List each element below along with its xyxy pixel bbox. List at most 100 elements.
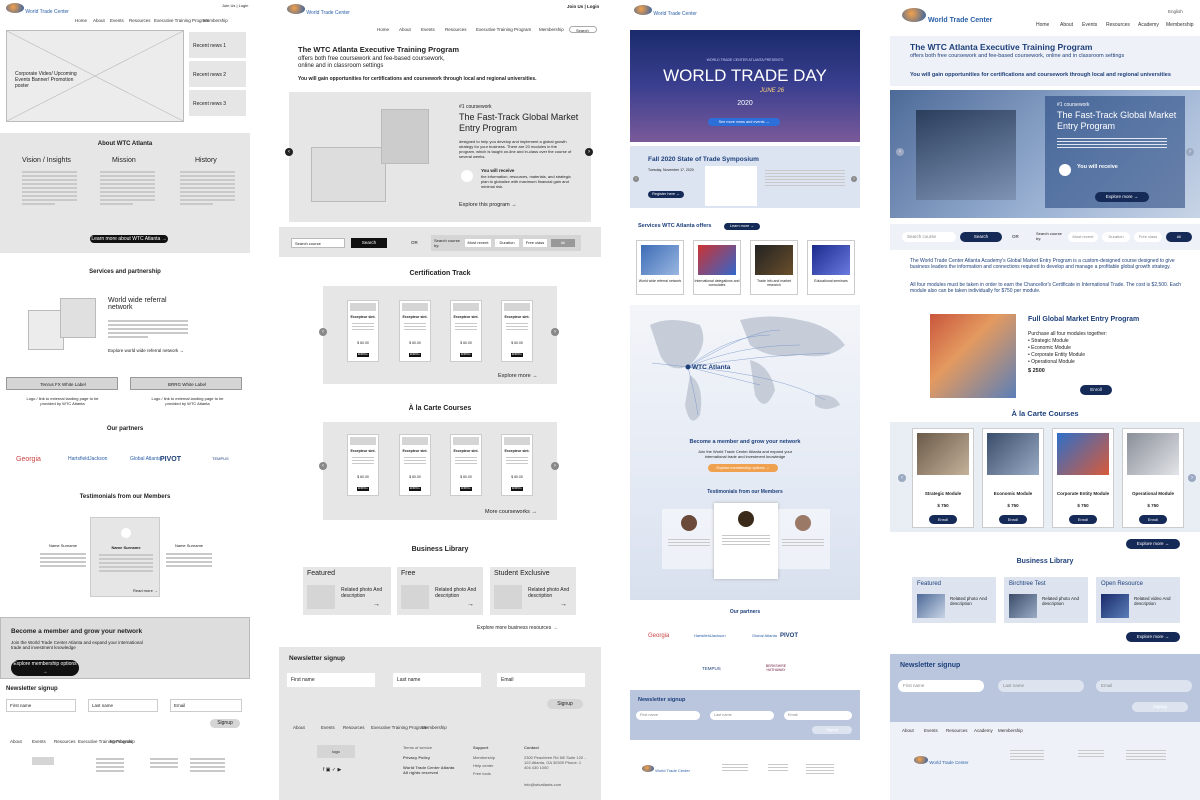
- carousel-prev-icon[interactable]: ‹: [319, 328, 327, 336]
- site-logo[interactable]: World Trade Center: [287, 4, 350, 16]
- library-card-free[interactable]: Free Related photo And description →: [397, 567, 483, 615]
- carousel-prev-icon[interactable]: ‹: [319, 462, 327, 470]
- read-more-link[interactable]: Read more →: [133, 588, 158, 593]
- footer-nav-item[interactable]: About: [902, 728, 914, 733]
- library-card-open[interactable]: Open Resource Related video And descripti…: [1096, 577, 1180, 623]
- signup-button[interactable]: Signup: [812, 726, 852, 734]
- filter-free-class[interactable]: Free class: [1134, 232, 1162, 242]
- library-card-featured[interactable]: Featured Related photo And description →: [303, 567, 391, 615]
- first-name-field[interactable]: First name: [636, 711, 700, 720]
- carousel-next-icon[interactable]: ›: [851, 176, 857, 182]
- carousel-next-icon[interactable]: ›: [585, 148, 593, 156]
- footer-link[interactable]: Privacy Policy: [403, 755, 430, 760]
- arrow-right-icon[interactable]: →: [373, 601, 380, 608]
- about-learn-more-button[interactable]: Learn more about WTC Atlanta →: [90, 235, 168, 243]
- first-name-field[interactable]: First name: [6, 699, 76, 712]
- nav-training[interactable]: Executive Training Program: [476, 27, 531, 32]
- nav-membership[interactable]: Membership: [539, 27, 564, 32]
- hero-button[interactable]: See more news and events →: [708, 118, 780, 126]
- filter-duration[interactable]: Duration: [495, 239, 519, 247]
- enroll-button[interactable]: ENROLL: [357, 487, 369, 491]
- nav-events[interactable]: Events: [110, 18, 124, 23]
- footer-nav-item[interactable]: Membership: [110, 739, 135, 744]
- course-card[interactable]: Excepteur sint. $ 60.00 ENROLL: [501, 300, 533, 362]
- carousel-next-icon[interactable]: ›: [1188, 474, 1196, 482]
- site-logo[interactable]: World Trade Center: [902, 8, 992, 24]
- module-card[interactable]: Corporate Entity Module $ 750 Enroll: [1052, 428, 1114, 528]
- footer-email[interactable]: info@wtcatlanta.com: [524, 782, 561, 787]
- last-name-field[interactable]: Last name: [393, 673, 481, 687]
- hero-banner[interactable]: WORLD TRADE CENTER ATLANTA PRESENTS WORL…: [630, 30, 860, 142]
- nav-membership[interactable]: Membership: [203, 18, 228, 23]
- partner-tempus[interactable]: TEMPUS: [702, 666, 721, 671]
- footer-nav-item[interactable]: Resources: [343, 725, 365, 730]
- module-card[interactable]: Operational Module $ 750 Enroll: [1122, 428, 1184, 528]
- nav-home[interactable]: Home: [75, 18, 87, 23]
- explore-more-resources-button[interactable]: Explore more →: [1126, 632, 1180, 642]
- partner-global-atlanta[interactable]: Global Atlanta: [130, 456, 161, 462]
- footer-nav-item[interactable]: About: [10, 739, 22, 744]
- arrow-right-icon[interactable]: →: [560, 601, 567, 608]
- carousel-prev-icon[interactable]: ‹: [896, 148, 904, 156]
- label-box-brrg[interactable]: BRRG White Label: [130, 377, 242, 390]
- nav-home[interactable]: Home: [1036, 22, 1049, 28]
- nav-home[interactable]: Home: [377, 27, 389, 32]
- footer-nav-item[interactable]: Membership: [998, 728, 1023, 733]
- library-card-birchtree[interactable]: Birchtree Test Related photo And descript…: [1004, 577, 1088, 623]
- enroll-full-button[interactable]: Enroll: [1080, 385, 1112, 395]
- search-course-input[interactable]: Search course: [902, 232, 956, 242]
- partner-pivot[interactable]: PIVOT: [780, 633, 798, 639]
- enroll-button[interactable]: ENROLL: [409, 487, 421, 491]
- partner-georgia[interactable]: Georgia: [648, 633, 669, 639]
- footer-nav-item[interactable]: Resources: [54, 739, 76, 744]
- nav-resources[interactable]: Resources: [129, 18, 151, 23]
- module-card[interactable]: Strategic Module $ 750 Enroll: [912, 428, 974, 528]
- partner-hartsfield[interactable]: HartsfieldJackson: [694, 633, 726, 638]
- footer-nav-item[interactable]: Events: [924, 728, 938, 733]
- nav-about[interactable]: About: [93, 18, 105, 23]
- carousel-prev-icon[interactable]: ‹: [633, 176, 639, 182]
- course-card[interactable]: Excepteur sint. $ 60.00 ENROLL: [347, 434, 379, 496]
- first-name-field[interactable]: First name: [898, 680, 984, 692]
- nav-events[interactable]: Events: [1082, 22, 1097, 28]
- module-card[interactable]: Economic Module $ 750 Enroll: [982, 428, 1044, 528]
- signup-button[interactable]: Signup: [210, 719, 240, 728]
- enroll-button[interactable]: Enroll: [1069, 515, 1097, 524]
- library-card-featured[interactable]: Featured Related photo And description: [912, 577, 996, 623]
- signup-button[interactable]: Signup: [547, 699, 583, 709]
- email-field[interactable]: Email: [170, 699, 242, 712]
- footer-nav-item[interactable]: About: [293, 725, 305, 730]
- social-icons[interactable]: f ▣ ✓ ▶: [323, 767, 341, 773]
- footer-link[interactable]: Terms of service: [403, 745, 432, 750]
- enroll-button[interactable]: Enroll: [999, 515, 1027, 524]
- membership-button[interactable]: Explore membership options →: [708, 464, 778, 472]
- filter-most-recent[interactable]: Most recent: [465, 239, 491, 247]
- enroll-button[interactable]: ENROLL: [460, 487, 472, 491]
- email-field[interactable]: Email: [784, 711, 852, 720]
- filter-all[interactable]: All: [1166, 232, 1192, 242]
- enroll-button[interactable]: ENROLL: [460, 353, 472, 357]
- last-name-field[interactable]: Last name: [998, 680, 1084, 692]
- nav-resources[interactable]: Resources: [445, 27, 467, 32]
- footer-nav-item[interactable]: Membership: [422, 725, 447, 730]
- explore-program-link[interactable]: Explore this program →: [459, 202, 517, 208]
- search-button[interactable]: Search: [351, 238, 387, 248]
- join-login-link[interactable]: Join Us | Login: [222, 3, 248, 8]
- partner-pivot[interactable]: PIVOT: [160, 456, 181, 463]
- service-card[interactable]: Educational seminars: [807, 240, 855, 295]
- site-logo[interactable]: World Trade Center: [6, 3, 69, 15]
- course-card[interactable]: Excepteur sint. $ 60.00 ENROLL: [501, 434, 533, 496]
- nav-resources[interactable]: Resources: [1106, 22, 1130, 28]
- filter-duration[interactable]: Duration: [1102, 232, 1130, 242]
- label-box-tenrus[interactable]: Tenrus FX White Label: [6, 377, 118, 390]
- footer-nav-item[interactable]: Executive Training Program: [371, 725, 426, 730]
- explore-program-button[interactable]: Explore more →: [1095, 192, 1149, 202]
- footer-nav-item[interactable]: Events: [321, 725, 335, 730]
- partner-global-atlanta[interactable]: Global Atlanta: [752, 633, 777, 638]
- recent-news-1[interactable]: Recent news 1: [189, 32, 246, 58]
- nav-about[interactable]: About: [1060, 22, 1073, 28]
- footer-logo[interactable]: [32, 757, 54, 765]
- carousel-prev-icon[interactable]: ‹: [285, 148, 293, 156]
- first-name-field[interactable]: First name: [287, 673, 375, 687]
- learn-more-button[interactable]: Learn more →: [724, 223, 760, 230]
